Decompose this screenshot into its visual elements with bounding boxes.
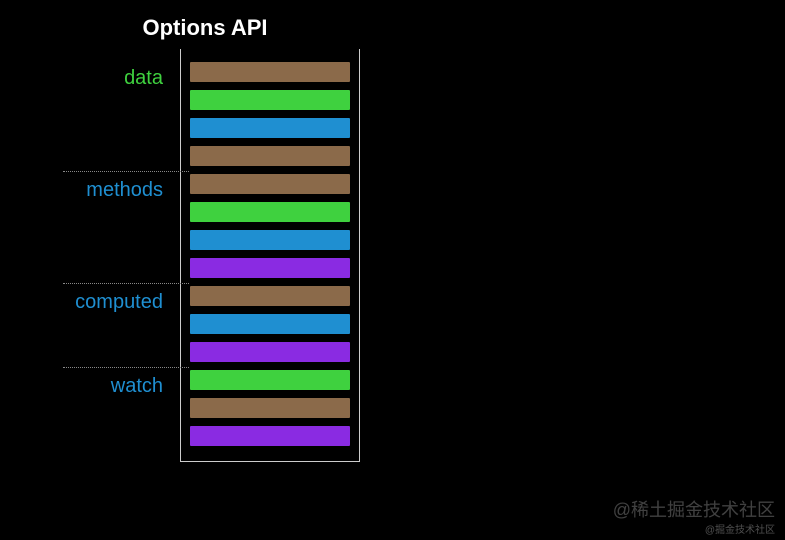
section-watch: watch [189,369,351,447]
code-bar [189,341,351,363]
code-bar [189,369,351,391]
watermark: @稀土掘金技术社区 [613,496,775,522]
api-container: datamethodscomputedwatch [180,49,360,462]
section-label-data: data [124,67,163,90]
section-divider [63,171,189,172]
code-bar [189,425,351,447]
code-bar [189,89,351,111]
section-divider [63,367,189,368]
section-data: data [189,61,351,167]
section-label-computed: computed [75,291,163,314]
code-bar [189,117,351,139]
code-bar [189,257,351,279]
section-label-watch: watch [111,375,163,398]
code-bar [189,145,351,167]
code-bar [189,229,351,251]
code-bar [189,397,351,419]
watermark-small: @掘金技术社区 [705,521,775,536]
code-bar [189,313,351,335]
code-bar [189,201,351,223]
code-bar [189,285,351,307]
section-methods: methods [189,173,351,279]
diagram-title: Options API [50,15,360,41]
section-computed: computed [189,285,351,363]
options-api-diagram: Options API datamethodscomputedwatch [50,15,360,462]
section-divider [63,283,189,284]
section-label-methods: methods [86,179,163,202]
code-bar [189,61,351,83]
code-bar [189,173,351,195]
